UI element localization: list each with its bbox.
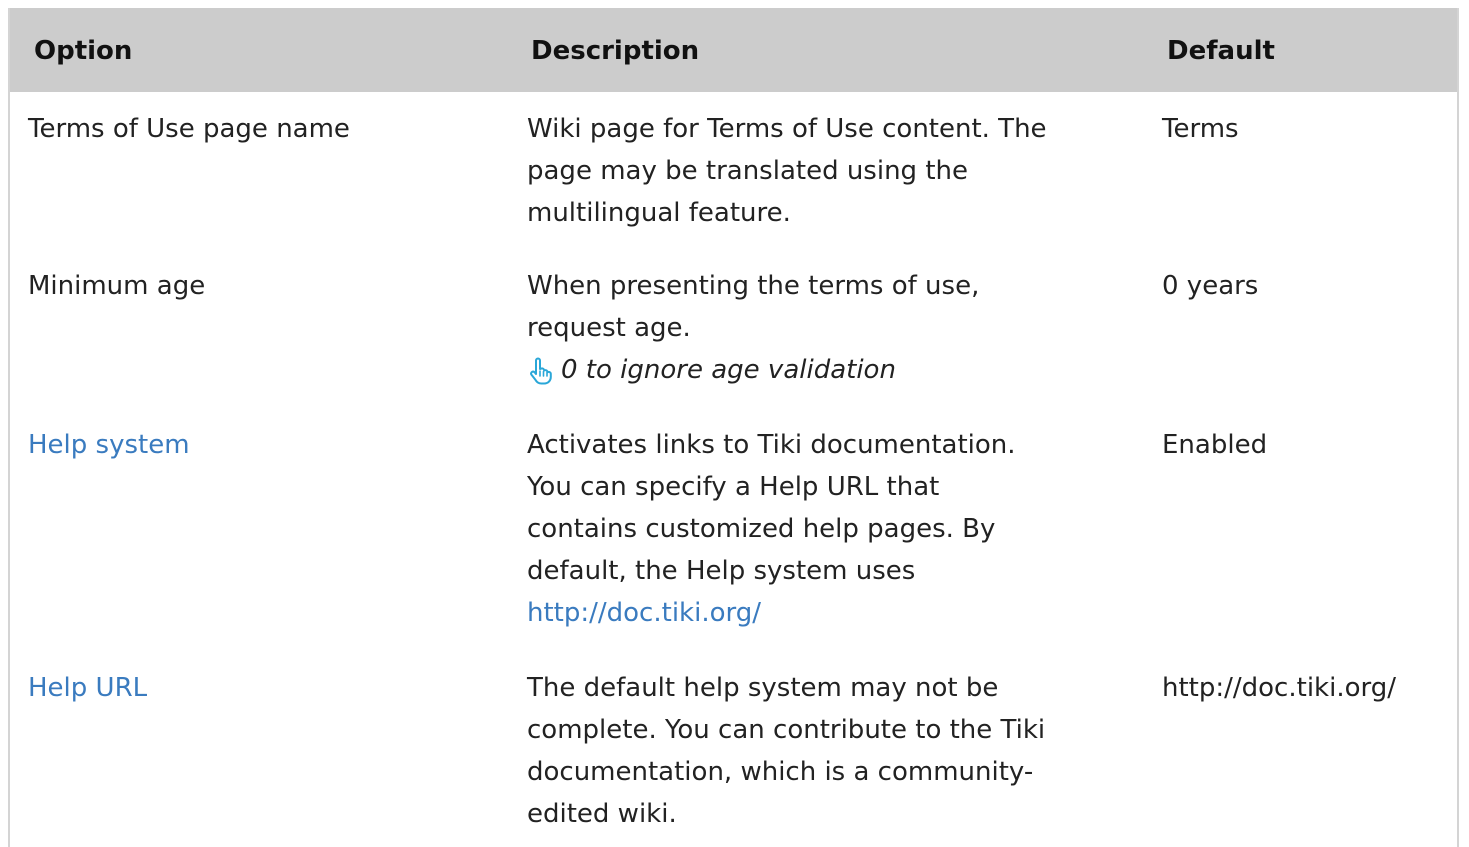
header-description: Description [531,36,700,66]
header-default: Default [1167,36,1275,66]
option-help-url-link[interactable]: Help URL [28,673,147,703]
description-line: request age. [527,313,691,343]
tip-note: 0 to ignore age validation [527,349,1127,391]
description-cell: Activates links to Tiki documentation. Y… [527,424,1127,634]
doc-tiki-link[interactable]: http://doc.tiki.org/ [527,598,761,628]
description-line: You can specify a Help URL that [527,472,940,502]
table-header: Option Description Default [10,8,1457,92]
description-cell: The default help system may not be compl… [527,667,1127,835]
default-value: Enabled [1162,430,1268,460]
preferences-table: Option Description Default Terms of Use … [8,8,1459,847]
description-line: complete. You can contribute to the Tiki [527,715,1046,745]
description-line: The default help system may not be [527,673,999,703]
header-option: Option [34,36,133,66]
pointing-hand-icon [527,356,553,385]
description-line: multilingual feature. [527,198,791,228]
option-help-system-link[interactable]: Help system [28,430,190,460]
option-terms-of-use-page-name: Terms of Use page name [28,114,350,144]
description-line: edited wiki. [527,799,677,829]
description-line: When presenting the terms of use, [527,271,980,301]
description-line: contains customized help pages. By [527,514,996,544]
default-value: http://doc.tiki.org/ [1162,673,1396,703]
default-value: 0 years [1162,271,1259,301]
option-minimum-age: Minimum age [28,271,206,301]
description-cell: Wiki page for Terms of Use content. The … [527,108,1127,234]
description-line: documentation, which is a community- [527,757,1034,787]
description-line: page may be translated using the [527,156,968,186]
description-line: default, the Help system uses [527,556,916,586]
description-cell: When presenting the terms of use, reques… [527,265,1127,391]
default-value: Terms [1162,114,1239,144]
description-line: Activates links to Tiki documentation. [527,430,1016,460]
tip-text: 0 to ignore age validation [561,355,896,385]
description-line: Wiki page for Terms of Use content. The [527,114,1047,144]
